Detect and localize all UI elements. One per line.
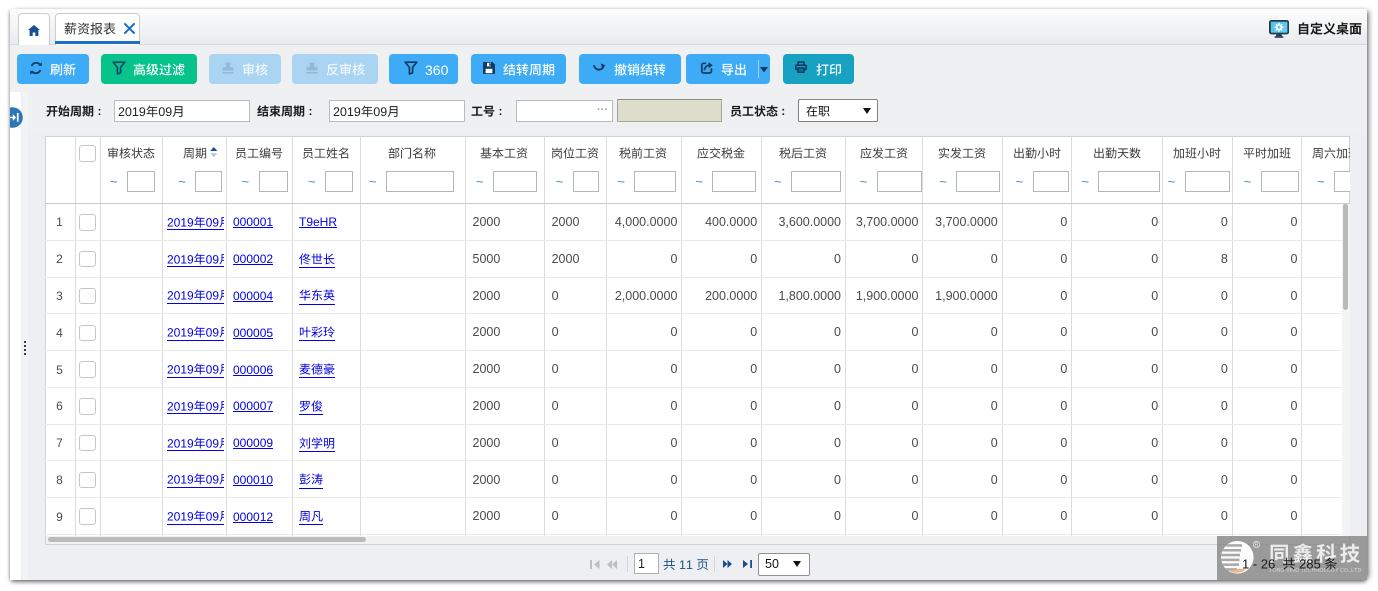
- svg-text:R: R: [1254, 543, 1258, 549]
